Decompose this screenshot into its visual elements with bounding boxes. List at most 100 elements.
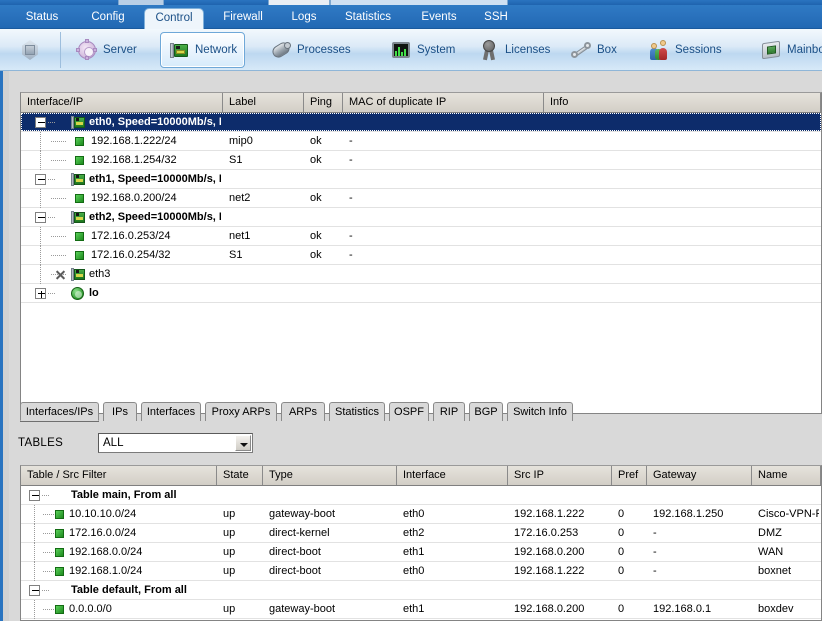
main-tab-control[interactable]: Control [144,8,204,29]
green-square-icon [55,567,64,576]
tree-guide [42,495,50,496]
cell-table: Table default, From all [71,584,187,596]
table-row[interactable]: eth1, Speed=10000Mb/s, Duplex=Full [21,170,821,189]
cell-gateway: 192.168.0.1 [653,603,712,615]
toolbar-button-sessions[interactable]: Sessions [640,32,730,68]
table-row[interactable]: 172.16.0.0/24 up direct-kernel eth2 172.16.0… [21,524,821,543]
nav-pad-button[interactable] [8,32,52,68]
toolbar-button-box[interactable]: Box [562,32,625,68]
column-header-table[interactable]: Table / Src Filter [21,466,217,485]
column-header-pref[interactable]: Pref [612,466,647,485]
column-header-gateway[interactable]: Gateway [647,466,752,485]
table-row[interactable]: 172.16.0.253/24 net1 ok - [21,227,821,246]
cell-label: mip0 [229,135,253,147]
column-header-type[interactable]: Type [263,466,397,485]
table-row[interactable]: Table default, From all [21,581,821,600]
column-header-state[interactable]: State [217,466,263,485]
sub-tab-ips[interactable]: IPs [103,402,137,421]
main-tab-events[interactable]: Events [410,7,468,29]
toolbar-button-system[interactable]: System [382,32,463,68]
collapse-icon[interactable] [29,585,40,596]
main-tab-status[interactable]: Status [12,7,72,29]
main-tab-ssh[interactable]: SSH [474,7,518,29]
toolbar-button-mainboard[interactable]: Mainboard [752,32,822,68]
green-square-icon [75,232,84,241]
toolbar-button-processes[interactable]: Processes [262,32,359,68]
table-row[interactable]: 0.0.0.0/0 up gateway-boot eth1 192.168.0.200… [21,600,821,619]
tree-guide [51,255,67,256]
left-rail [0,71,9,621]
expand-icon[interactable] [35,288,46,299]
main-tab-firewall[interactable]: Firewall [210,7,276,29]
column-header-srcip[interactable]: Src IP [508,466,612,485]
table-row[interactable]: 192.168.1.0/24 up direct-boot eth0 192.168.1… [21,562,821,581]
tables-filter-combobox[interactable]: ALL [98,433,253,453]
cell-srcip: 192.168.1.222 [514,565,585,577]
tree-guide [48,217,56,218]
toolbar-button-server[interactable]: Server [68,32,145,68]
cell-gateway: - [653,527,657,539]
sub-tab-interfaces-ips[interactable]: Interfaces/IPs [20,402,99,421]
routes-grid[interactable]: Table / Src Filter State Type Interface Src … [20,465,822,621]
column-header-label[interactable]: Label [223,93,304,112]
table-row[interactable]: 192.168.0.0/24 up direct-boot eth1 192.168.0… [21,543,821,562]
cell-interface: eth2, Speed=10000Mb/s, Duplex=Full [89,211,221,223]
cell-interface: 172.16.0.253/24 [91,230,171,242]
cell-state: up [223,565,236,577]
table-row[interactable]: 192.168.0.200/24 net2 ok - [21,189,821,208]
table-row[interactable]: eth3 [21,265,821,284]
tree-guide [51,236,67,237]
green-square-icon [55,510,64,519]
tree-guide [40,132,41,151]
table-row[interactable]: eth0, Speed=10000Mb/s, Duplex=Full [21,113,821,132]
sub-tab-rip[interactable]: RIP [433,402,465,421]
main-tab-statistics[interactable]: Statistics [332,7,404,29]
sub-tab-bgp[interactable]: BGP [469,402,503,421]
collapse-icon[interactable] [35,117,46,128]
sub-tab-proxy-arps[interactable]: Proxy ARPs [205,402,277,421]
cell-gateway: 192.168.1.250 [653,508,724,520]
collapse-icon[interactable] [29,490,40,501]
table-row[interactable]: Table main, From all [21,486,821,505]
cell-table: 10.10.10.0/24 [69,508,137,520]
table-row[interactable]: lo [21,284,821,303]
table-row[interactable]: 192.168.1.254/32 S1 ok - [21,151,821,170]
cell-pref: 0 [618,546,625,558]
routes-grid-header: Table / Src Filter State Type Interface Src … [21,466,821,486]
toolbar-button-network[interactable]: Network [160,32,246,68]
table-row[interactable]: 172.16.0.254/32 S1 ok - [21,246,821,265]
table-row[interactable]: eth2, Speed=10000Mb/s, Duplex=Full [21,208,821,227]
toolbar-button-licenses[interactable]: Licenses [470,32,558,68]
column-header-interface[interactable]: Interface [397,466,508,485]
collapse-icon[interactable] [35,174,46,185]
sub-tab-statistics[interactable]: Statistics [329,402,385,421]
gear-icon [76,39,98,61]
collapse-icon[interactable] [35,212,46,223]
sub-tab-ospf[interactable]: OSPF [389,402,429,421]
cell-ping: ok [310,230,322,242]
interfaces-grid[interactable]: Interface/IP Label Ping MAC of duplicate IP… [20,92,822,414]
main-tab-logs[interactable]: Logs [282,7,326,29]
sub-tab-active-underline [20,421,99,422]
sub-tab-arps[interactable]: ARPs [281,402,325,421]
table-row[interactable]: 10.10.10.0/24 up gateway-boot eth0 192.168.1… [21,505,821,524]
cell-name: WAN [758,546,784,558]
sub-tab-interfaces[interactable]: Interfaces [141,402,201,421]
column-header-info[interactable]: Info [544,93,821,112]
cell-table: 0.0.0.0/0 [69,603,112,615]
chevron-down-icon[interactable] [235,435,251,451]
table-row[interactable]: 192.168.1.222/24 mip0 ok - [21,132,821,151]
cell-interface: eth1, Speed=10000Mb/s, Duplex=Full [89,173,221,185]
icon-toolbar: Server Network Processes System Licenses Box S… [0,29,822,71]
cell-interface: eth0, Speed=10000Mb/s, Duplex=Full [89,116,221,128]
column-header-interface[interactable]: Interface/IP [21,93,223,112]
cell-ping: ok [310,154,322,166]
cell-interface: eth2 [403,527,425,539]
toolbar-button-label: Box [597,44,617,56]
cell-interface: eth1 [403,546,425,558]
column-header-mac[interactable]: MAC of duplicate IP [343,93,544,112]
column-header-name[interactable]: Name [752,466,821,485]
sub-tab-switch-info[interactable]: Switch Info [507,402,573,421]
main-tab-config[interactable]: Config [78,7,138,29]
column-header-ping[interactable]: Ping [304,93,343,112]
